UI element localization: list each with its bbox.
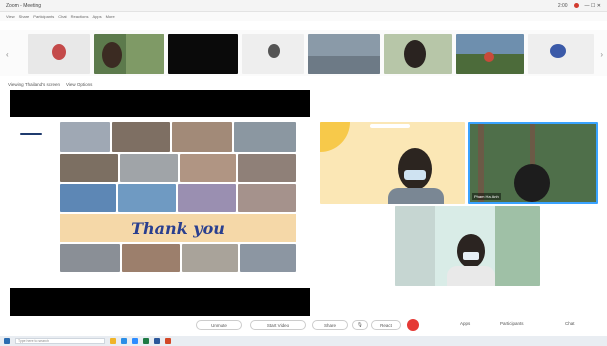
- shoulders: [447, 266, 495, 286]
- avatar: [457, 234, 485, 268]
- participant-thumbnail[interactable]: [168, 34, 238, 74]
- chevron-left-icon[interactable]: ‹: [6, 50, 9, 59]
- taskbar-search[interactable]: Type here to search: [15, 338, 105, 344]
- apps-button[interactable]: Apps: [460, 321, 470, 326]
- window-title: Zoom - Meeting: [6, 2, 42, 9]
- shoulders: [388, 188, 444, 204]
- share-info-row: Viewing Thailand's screen View Options: [8, 80, 92, 89]
- menu-item[interactable]: Share: [19, 14, 30, 19]
- letterbox-top: [10, 90, 310, 117]
- collage-photo: [172, 122, 232, 152]
- thank-you-banner: Thank you: [60, 214, 296, 242]
- meeting-time: 2:00: [557, 2, 568, 9]
- participant-strip: ‹ ›: [0, 30, 607, 76]
- participant-name: Pham Ha Anh: [472, 193, 501, 200]
- menu-item[interactable]: View: [6, 14, 15, 19]
- participant-thumbnail[interactable]: [94, 34, 164, 74]
- collage-photo: [240, 244, 296, 272]
- collage-photo: [122, 244, 180, 272]
- collage-photo: [60, 122, 110, 152]
- avatar: [398, 148, 432, 190]
- collage-photo: [238, 154, 296, 182]
- tree-trunk: [478, 124, 484, 202]
- background-decoration: [370, 124, 410, 128]
- collage-photo: [60, 154, 118, 182]
- video-label: Start Video: [266, 322, 290, 328]
- participant-thumbnail[interactable]: [456, 34, 524, 74]
- chat-button[interactable]: Chat: [565, 321, 575, 326]
- menu-bar: View Share Participants Chat Reactions A…: [0, 12, 607, 21]
- record-icon[interactable]: [573, 3, 579, 8]
- room-photo: [308, 56, 380, 74]
- collage-photo: [178, 184, 236, 212]
- logo-bar: [20, 133, 42, 135]
- participant-thumbnail[interactable]: [528, 34, 594, 74]
- powerpoint-icon[interactable]: [165, 338, 171, 344]
- collage-photo: [180, 154, 236, 182]
- thank-you-text: Thank you: [131, 218, 225, 238]
- shared-screen[interactable]: Thank you: [10, 90, 310, 320]
- room-wall: [395, 206, 435, 286]
- collage-photo: [60, 244, 120, 272]
- end-call-button[interactable]: [407, 319, 419, 331]
- mute-label: Unmute: [211, 322, 227, 328]
- participant-thumbnail[interactable]: [28, 34, 90, 74]
- collage-photo: [60, 184, 116, 212]
- menu-item[interactable]: Participants: [33, 14, 54, 19]
- video-button[interactable]: Start Video: [250, 320, 306, 330]
- avatar: [102, 42, 122, 68]
- participant-thumbnail[interactable]: [242, 34, 304, 74]
- participant-video[interactable]: [320, 122, 465, 204]
- collage-photo: [112, 122, 170, 152]
- window-view: [495, 206, 540, 286]
- collage-photo: [118, 184, 176, 212]
- chevron-right-icon[interactable]: ›: [600, 50, 603, 59]
- background-decoration: [320, 122, 350, 152]
- avatar: [484, 52, 494, 62]
- photo-collage: Thank you: [60, 122, 296, 272]
- title-bar: Zoom - Meeting 2:00 — ☐ ✕: [0, 0, 607, 12]
- collage-photo: [182, 244, 238, 272]
- os-taskbar: Type here to search: [0, 336, 607, 346]
- browser-icon[interactable]: [121, 338, 127, 344]
- menu-item[interactable]: Apps: [92, 14, 101, 19]
- collage-photo: [120, 154, 178, 182]
- share-button[interactable]: Share: [312, 320, 348, 330]
- window-controls-icon[interactable]: — ☐ ✕: [585, 3, 601, 9]
- face-mask: [404, 170, 426, 180]
- mic-icon[interactable]: 🎙: [352, 320, 368, 330]
- letterbox-bottom: [10, 288, 310, 316]
- folder-icon[interactable]: [110, 338, 116, 344]
- windows-start-icon[interactable]: [4, 338, 10, 344]
- face-mask: [463, 252, 479, 260]
- collage-photo: [238, 184, 296, 212]
- participant-video-active[interactable]: Pham Ha Anh: [468, 122, 598, 204]
- video-background: [126, 34, 164, 74]
- avatar: [268, 44, 280, 58]
- participant-video[interactable]: [395, 206, 540, 286]
- zoom-icon[interactable]: [132, 338, 138, 344]
- participant-thumbnail[interactable]: [384, 34, 452, 74]
- share-label: Share: [323, 322, 336, 328]
- avatar: [550, 44, 566, 58]
- mute-button[interactable]: Unmute: [196, 320, 242, 330]
- react-label: React: [380, 322, 392, 328]
- presentation-slide: Thank you: [10, 117, 310, 288]
- participant-thumbnail[interactable]: [308, 34, 380, 74]
- search-placeholder: Type here to search: [18, 339, 49, 343]
- react-button[interactable]: React: [371, 320, 401, 330]
- menu-item[interactable]: Chat: [58, 14, 66, 19]
- menu-item[interactable]: More: [106, 14, 115, 19]
- word-icon[interactable]: [154, 338, 160, 344]
- avatar: [404, 40, 426, 68]
- participants-button[interactable]: Participants: [500, 321, 524, 326]
- logo: [20, 131, 42, 137]
- excel-icon[interactable]: [143, 338, 149, 344]
- collage-photo: [234, 122, 296, 152]
- avatar: [514, 164, 550, 202]
- menu-item[interactable]: Reactions: [71, 14, 89, 19]
- avatar: [52, 44, 66, 60]
- share-label: Viewing Thailand's screen: [8, 82, 60, 87]
- view-options-button[interactable]: View Options: [66, 82, 92, 87]
